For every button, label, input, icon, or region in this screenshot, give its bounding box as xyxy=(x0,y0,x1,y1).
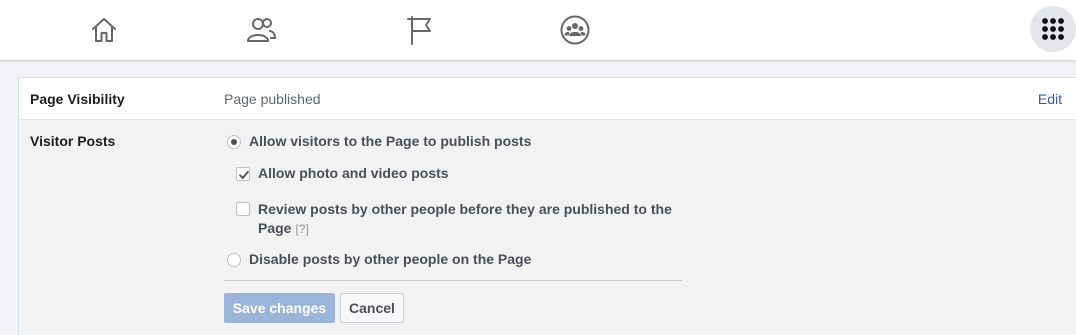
divider xyxy=(224,280,682,281)
review-posts-label-line1: Review posts by other people before they… xyxy=(258,201,672,217)
allow-photo-video-checkbox[interactable] xyxy=(236,167,250,181)
top-navigation-bar xyxy=(0,0,1076,60)
home-icon-glyph xyxy=(92,18,116,42)
disable-posts-radio[interactable] xyxy=(227,253,241,267)
groups-icon-glyph xyxy=(560,15,590,45)
allow-visitors-radio[interactable] xyxy=(227,135,241,149)
page-visibility-label: Page Visibility xyxy=(30,91,125,107)
pages-flag-icon[interactable] xyxy=(397,8,441,52)
groups-icon[interactable] xyxy=(553,8,597,52)
review-posts-label-line2: Page [?] xyxy=(258,220,309,236)
page-visibility-value: Page published xyxy=(224,91,321,107)
allow-visitors-label: Allow visitors to the Page to publish po… xyxy=(249,133,532,149)
checkmark-icon xyxy=(239,170,249,179)
visitor-posts-label: Visitor Posts xyxy=(30,133,116,149)
page-visibility-row: Page Visibility Page published Edit xyxy=(19,78,1076,120)
review-posts-page-word: Page xyxy=(258,220,292,236)
help-link[interactable]: [?] xyxy=(295,222,308,236)
menu-grid-icon[interactable] xyxy=(1030,6,1076,52)
home-icon[interactable] xyxy=(82,8,126,52)
settings-panel: Page Visibility Page published Edit Visi… xyxy=(18,77,1076,335)
cancel-button[interactable]: Cancel xyxy=(340,293,404,323)
menu-grid-glyph xyxy=(1042,18,1064,40)
friends-icon-glyph xyxy=(247,18,276,42)
flag-icon-glyph xyxy=(407,16,431,45)
disable-posts-label: Disable posts by other people on the Pag… xyxy=(249,251,532,267)
friends-icon[interactable] xyxy=(239,8,283,52)
edit-link[interactable]: Edit xyxy=(1038,91,1062,107)
save-changes-button[interactable]: Save changes xyxy=(224,293,335,323)
allow-photo-video-label: Allow photo and video posts xyxy=(258,165,449,181)
review-posts-checkbox[interactable] xyxy=(236,202,250,216)
